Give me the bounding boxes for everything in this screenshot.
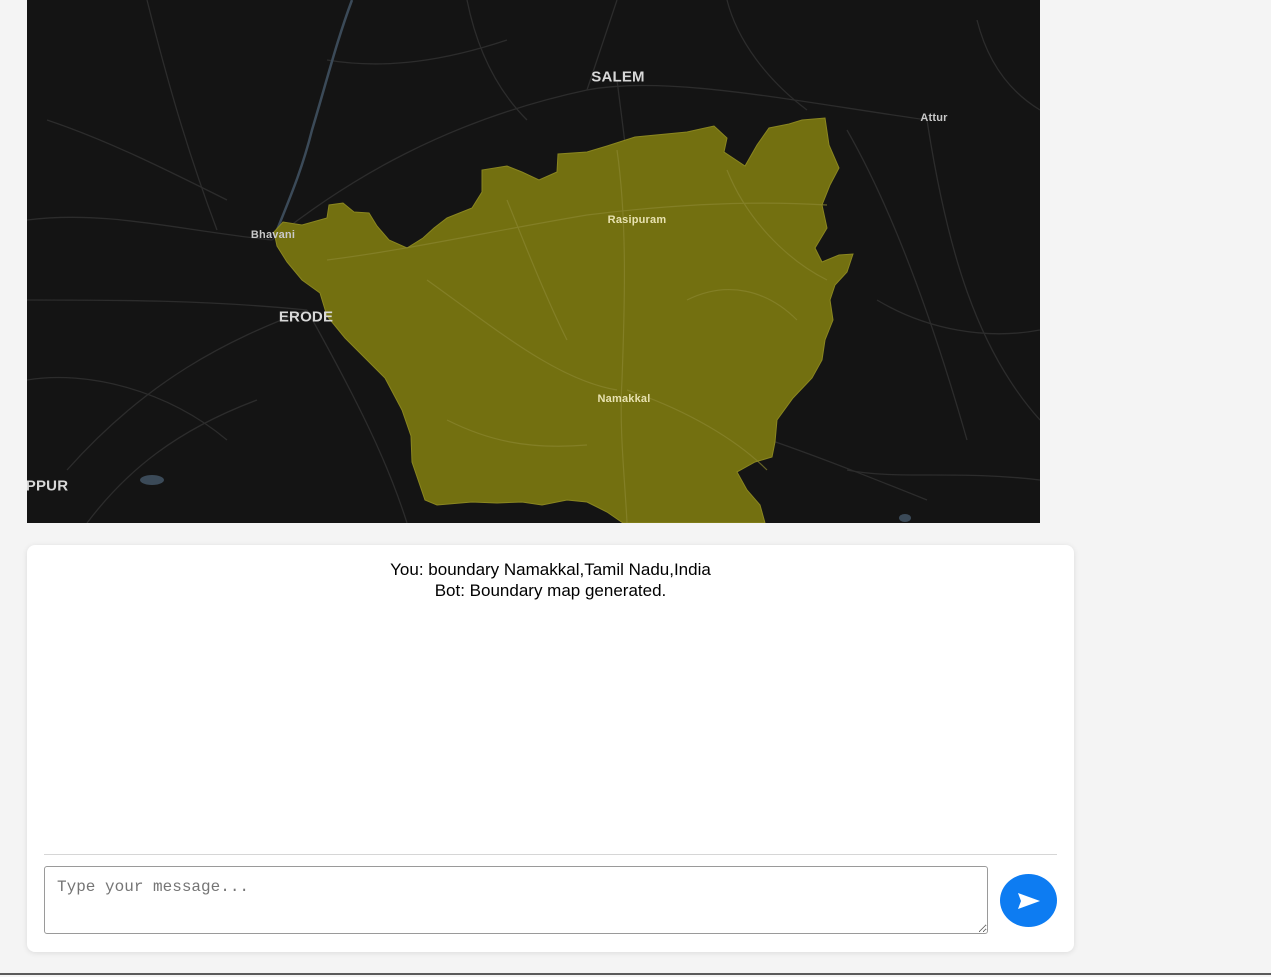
map-label-attur: Attur [920, 112, 948, 124]
map-label-tiruppur: PPUR [27, 477, 69, 495]
lake [140, 475, 164, 485]
send-arrow-icon [1017, 892, 1040, 909]
user-message: You: boundary Namakkal,Tamil Nadu,India [390, 560, 711, 579]
lake [899, 514, 911, 522]
chat-panel: You: boundary Namakkal,Tamil Nadu,India … [27, 545, 1074, 952]
bot-message: Bot: Boundary map generated. [434, 581, 667, 600]
message-input[interactable] [44, 866, 988, 934]
map-label-erode: ERODE [278, 308, 334, 326]
map-label-namakkal: Namakkal [597, 393, 651, 405]
map-label-salem: SALEM [591, 68, 645, 86]
chat-log: You: boundary Namakkal,Tamil Nadu,India … [27, 559, 1074, 601]
send-button[interactable] [1000, 874, 1057, 927]
bottom-rule [0, 973, 1271, 975]
boundary-map[interactable]: SALEM Attur Bhavani Rasipuram ERODE Nama… [27, 0, 1040, 523]
map-label-rasipuram: Rasipuram [607, 214, 667, 226]
chat-divider [44, 854, 1057, 855]
map-label-bhavani: Bhavani [250, 229, 296, 241]
river [275, 0, 354, 231]
map-canvas [27, 0, 1040, 523]
